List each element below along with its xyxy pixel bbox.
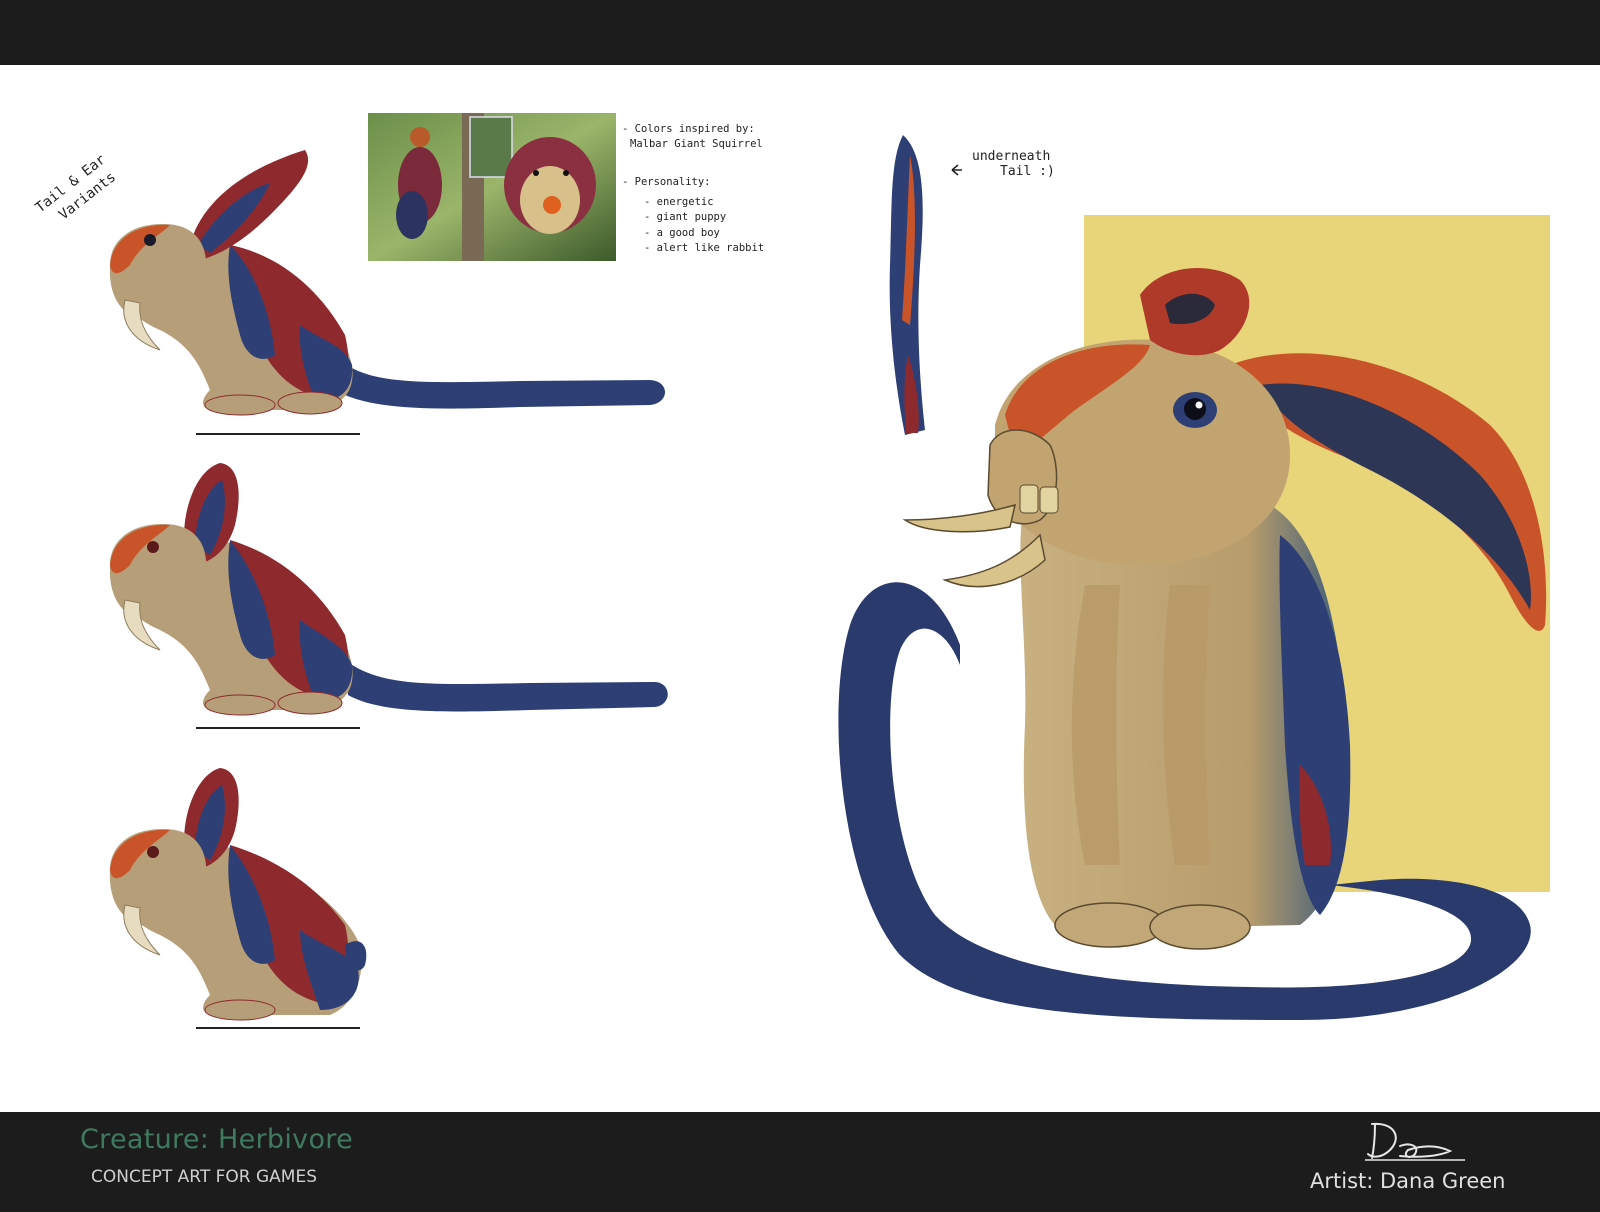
note-giant-puppy: - giant puppy: [644, 211, 726, 223]
reference-notes: - Colors inspired by: Malbar Giant Squir…: [622, 123, 764, 254]
page-subtitle: CONCEPT ART FOR GAMES: [91, 1167, 317, 1187]
note-good-boy: - a good boy: [644, 227, 720, 239]
main-creature-painting: [838, 215, 1550, 1020]
creature-variant-3: [109, 768, 367, 1029]
note-energetic: - energetic: [644, 196, 714, 208]
note-squirrel: Malbar Giant Squirrel: [630, 138, 763, 150]
note-personality: - Personality:: [622, 176, 711, 188]
concept-sheet: Tail & Ear Variants - Colors inspired by…: [0, 0, 1600, 1212]
note-colors: - Colors inspired by:: [622, 123, 755, 135]
top-bar: [0, 0, 1600, 65]
tail-label-line2: Tail :): [1000, 164, 1055, 179]
variants-label: Tail & Ear Variants: [33, 152, 119, 224]
bottom-bar: Creature: Herbivore CONCEPT ART FOR GAME…: [0, 1112, 1600, 1212]
artist-signature: [1365, 1122, 1465, 1161]
note-alert: - alert like rabbit: [644, 242, 764, 254]
art-canvas: Tail & Ear Variants - Colors inspired by…: [0, 65, 1600, 1112]
page-title: Creature: Herbivore: [80, 1124, 353, 1155]
creature-variant-2: [109, 463, 668, 729]
reference-photo: [368, 113, 616, 261]
artist-credit: Artist: Dana Green: [1310, 1169, 1506, 1193]
tail-label-line1: underneath: [972, 149, 1050, 164]
